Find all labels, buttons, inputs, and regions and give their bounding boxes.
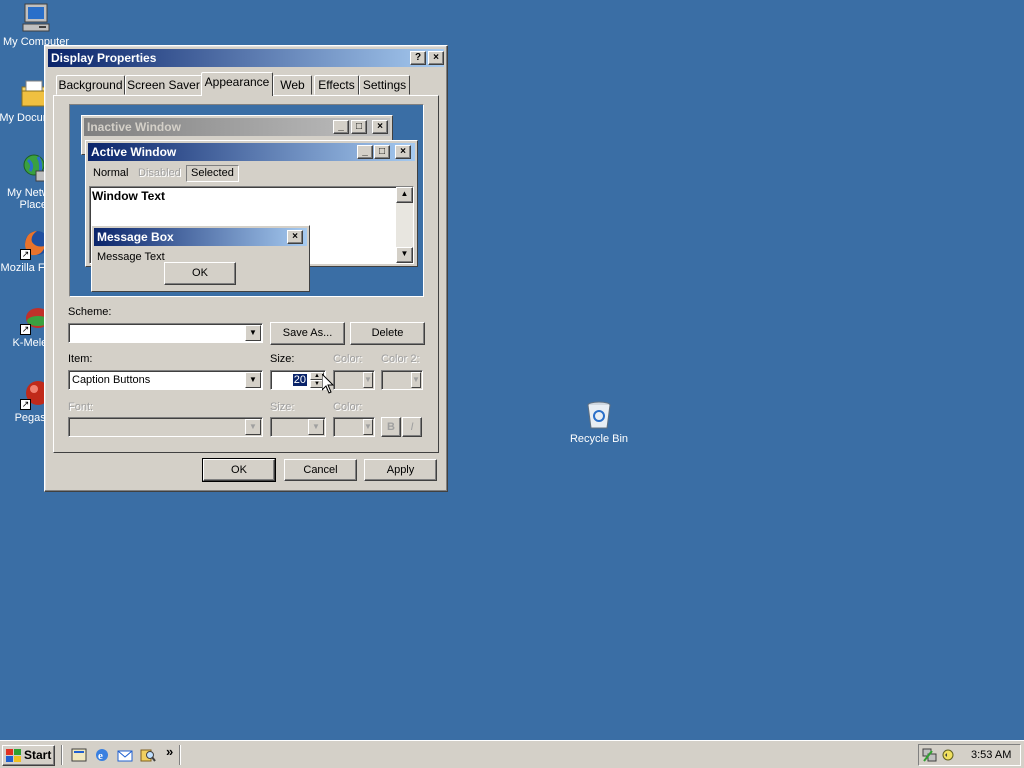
- color-picker[interactable]: ▼: [333, 370, 375, 390]
- maximize-icon: □: [351, 120, 367, 134]
- clock[interactable]: 3:53 AM: [971, 749, 1011, 761]
- recycle-bin-icon: [583, 399, 615, 431]
- dialog-title: Display Properties: [51, 51, 157, 65]
- cancel-button[interactable]: Cancel: [284, 459, 357, 481]
- preview-menu-selected: Selected: [186, 165, 239, 182]
- preview-message-text: Message Text: [97, 251, 165, 263]
- system-tray: 3:53 AM: [918, 744, 1021, 766]
- bold-button[interactable]: B: [381, 417, 401, 437]
- preview-ok-button: OK: [164, 262, 236, 285]
- quicklaunch-chevron-icon[interactable]: »: [166, 744, 173, 759]
- item-label: Item:: [68, 353, 93, 365]
- help-icon: ?: [414, 52, 422, 63]
- ok-button[interactable]: OK: [202, 458, 276, 482]
- search-icon[interactable]: [140, 747, 157, 763]
- help-button[interactable]: ?: [410, 51, 426, 65]
- chevron-down-icon: ▼: [245, 419, 261, 435]
- chevron-down-icon[interactable]: ▼: [245, 325, 261, 341]
- chevron-down-icon: ▼: [308, 419, 324, 435]
- save-as-button[interactable]: Save As...: [270, 322, 345, 345]
- font-select[interactable]: ▼: [68, 417, 263, 437]
- scheme-select[interactable]: ▼: [68, 323, 263, 343]
- start-label: Start: [24, 748, 52, 762]
- preview-window-text: Window Text: [92, 189, 165, 203]
- scheme-label: Scheme:: [68, 306, 112, 318]
- close-icon: ×: [433, 52, 439, 63]
- taskbar: Start e » 3:53 AM: [0, 740, 1024, 768]
- desktop-icon-label: Recycle Bin: [569, 433, 629, 445]
- font-color-picker[interactable]: ▼: [333, 417, 375, 437]
- close-button[interactable]: ×: [428, 51, 444, 65]
- tab-screen-saver[interactable]: Screen Saver: [125, 75, 202, 95]
- volume-tray-icon[interactable]: [940, 747, 956, 763]
- font-color-label: Color:: [333, 401, 363, 413]
- network-tray-icon[interactable]: [922, 747, 938, 763]
- italic-button[interactable]: I: [402, 417, 422, 437]
- taskbar-separator: [61, 745, 63, 765]
- preview-menu-disabled: Disabled: [138, 167, 181, 179]
- tab-settings[interactable]: Settings: [359, 75, 410, 95]
- preview-message-box-titlebar: Message Box: [94, 228, 307, 246]
- size-label: Size:: [270, 353, 295, 365]
- taskbar-separator: [179, 745, 181, 765]
- preview-scrollbar: ▲ ▼: [396, 187, 413, 263]
- minimize-icon: _: [333, 120, 349, 134]
- appearance-preview: Inactive Window _ □ × Active Window _ □ …: [69, 104, 424, 297]
- show-desktop-icon[interactable]: [71, 747, 88, 763]
- close-icon: ×: [287, 230, 303, 244]
- color-label: Color:: [333, 353, 363, 365]
- desktop-icon-recycle-bin[interactable]: Recycle Bin: [561, 399, 637, 445]
- scroll-up-icon: ▲: [396, 187, 413, 203]
- color2-picker[interactable]: ▼: [381, 370, 423, 390]
- font-size-select[interactable]: ▼: [270, 417, 326, 437]
- svg-text:e: e: [98, 750, 103, 762]
- internet-explorer-icon[interactable]: e: [94, 747, 111, 763]
- chevron-down-icon: ▼: [363, 419, 373, 435]
- windows-logo-icon: [6, 749, 21, 762]
- computer-icon: [20, 2, 52, 34]
- shortcut-arrow-icon: ↗: [20, 399, 31, 410]
- desktop-icon-my-computer[interactable]: My Computer: [0, 2, 74, 48]
- tab-appearance[interactable]: Appearance: [201, 72, 273, 96]
- start-button[interactable]: Start: [2, 745, 55, 766]
- font-label: Font:: [68, 401, 94, 413]
- preview-message-box: Message Box × Message Text OK: [91, 225, 310, 292]
- scroll-down-icon: ▼: [396, 247, 413, 263]
- shortcut-arrow-icon: ↗: [20, 249, 31, 260]
- minimize-icon: _: [357, 145, 373, 159]
- outlook-express-icon[interactable]: [117, 747, 134, 763]
- tab-background[interactable]: Background: [56, 75, 125, 95]
- tab-web[interactable]: Web: [273, 75, 312, 95]
- tab-effects[interactable]: Effects: [314, 75, 359, 95]
- font-size-label: Size:: [270, 401, 295, 413]
- chevron-down-icon: ▼: [411, 372, 421, 388]
- close-icon: ×: [372, 120, 388, 134]
- preview-menu-normal: Normal: [93, 167, 129, 179]
- item-select[interactable]: Caption Buttons ▼: [68, 370, 263, 390]
- chevron-down-icon[interactable]: ▼: [245, 372, 261, 388]
- close-icon: ×: [395, 145, 411, 159]
- size-value: 20: [292, 374, 307, 386]
- dialog-titlebar[interactable]: Display Properties: [48, 49, 444, 67]
- maximize-icon: □: [374, 145, 390, 159]
- apply-button[interactable]: Apply: [364, 459, 437, 481]
- delete-button[interactable]: Delete: [350, 322, 425, 345]
- chevron-down-icon: ▼: [363, 372, 373, 388]
- color2-label: Color 2:: [381, 353, 420, 365]
- shortcut-arrow-icon: ↗: [20, 324, 31, 335]
- mouse-cursor-icon: [322, 374, 334, 394]
- size-stepper[interactable]: 20 ▲ ▼: [270, 370, 326, 390]
